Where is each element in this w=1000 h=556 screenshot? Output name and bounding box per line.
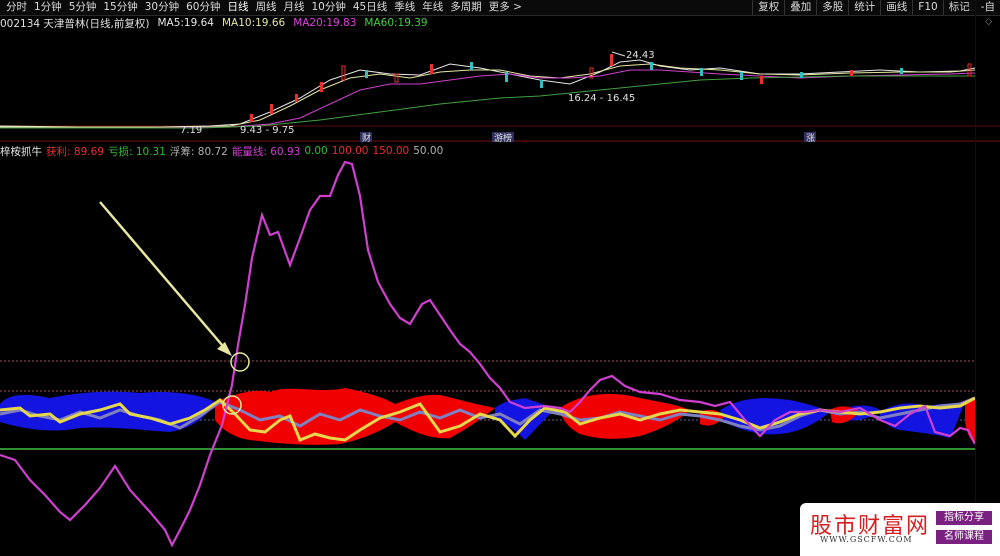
candle (610, 54, 613, 66)
ma-line-green (0, 75, 975, 129)
low-range-label: 9.43 - 9.75 (240, 125, 295, 136)
watermark-tag-indicators: 指标分享 (936, 511, 992, 525)
candle (320, 82, 323, 92)
level-50-readout: 50.00 (413, 145, 444, 157)
marker-cai: 财 (362, 132, 371, 144)
chart-canvas: 24.43 16.24 - 16.45 9.43 - 9.75 7.19 财 游… (0, 0, 1000, 556)
indicator-info-line: 梓桉抓牛 获利: 89.69 亏损: 10.31 浮筹: 80.72 能量线: … (0, 144, 443, 158)
candle (470, 62, 473, 70)
level-0-readout: 0.00 (304, 145, 328, 157)
candle (700, 68, 703, 76)
candle (740, 72, 743, 80)
candle (850, 70, 853, 76)
candle (365, 70, 368, 78)
red-band (215, 388, 495, 445)
highlight-circle (230, 352, 250, 372)
watermark-tag-courses: 名师课程 (936, 530, 992, 544)
level-100-readout: 100.00 (331, 145, 369, 157)
candle (341, 65, 346, 81)
loss-readout: 亏损: 10.31 (107, 145, 166, 158)
watermark-url: WWW.GSCFW.COM (820, 535, 913, 544)
candle (430, 64, 433, 74)
candle (295, 94, 298, 102)
profit-readout: 获利: 89.69 (46, 145, 104, 158)
candle (540, 80, 543, 88)
level-150-readout: 150.00 (372, 145, 410, 157)
candle (270, 104, 273, 114)
high-price-label: 24.43 (626, 50, 655, 61)
marker-zhang: 涨 (806, 133, 815, 144)
marker-youbang: 游榜 (494, 132, 512, 144)
right-edge (975, 0, 976, 556)
ma-line-yellow (0, 63, 976, 128)
annotation-arrow (99, 201, 229, 353)
arrow-head (217, 342, 232, 356)
energy-readout: 能量线: 60.93 (231, 145, 301, 158)
candles (250, 54, 972, 122)
candle (250, 114, 253, 122)
candle (900, 68, 903, 74)
candle (760, 76, 763, 84)
blue-band (720, 398, 830, 435)
candle (800, 72, 803, 78)
float-readout: 浮筹: 80.72 (169, 145, 228, 158)
candle (394, 73, 399, 83)
red-band (965, 398, 975, 444)
candle (505, 72, 508, 82)
high-pointer (611, 51, 626, 57)
range-price-label: 16.24 - 16.45 (568, 93, 635, 104)
low-price-label: 7.19 (180, 125, 202, 136)
candle (650, 62, 653, 70)
indicator-name: 梓桉抓牛 (0, 145, 42, 158)
energy-line (0, 160, 976, 548)
watermark-logo: 股市财富网 WWW.GSCFW.COM 指标分享 名师课程 (800, 503, 1000, 556)
